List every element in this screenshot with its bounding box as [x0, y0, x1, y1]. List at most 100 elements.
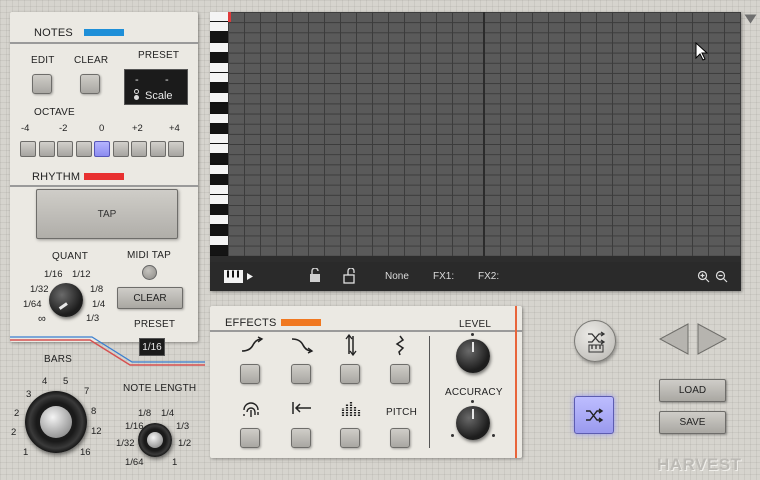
- tap-button[interactable]: TAP: [36, 189, 178, 239]
- previous-button[interactable]: [658, 322, 690, 356]
- octave-key[interactable]: [112, 141, 129, 157]
- piano-key-white[interactable]: [210, 73, 228, 83]
- accuracy-knob-dot: [471, 400, 474, 403]
- bars-label: BARS: [44, 354, 73, 365]
- piano-key-black[interactable]: [210, 174, 228, 184]
- quant-tick: 1/12: [72, 269, 91, 280]
- effects-divider: [210, 330, 522, 332]
- level-knob-dot: [471, 333, 474, 336]
- octave-tick: +4: [169, 123, 180, 134]
- shuffle-icon: [586, 408, 604, 423]
- note-length-tick: 1/64: [125, 457, 144, 468]
- piano-key-white[interactable]: [210, 215, 228, 225]
- bars-tick: 8: [91, 406, 97, 417]
- vibrato-button[interactable]: [390, 364, 410, 384]
- note-length-label: NOTE LENGTH: [123, 383, 197, 394]
- next-button[interactable]: [696, 322, 728, 356]
- piano-key-white[interactable]: [210, 62, 228, 72]
- vibrato-icon: [395, 335, 405, 356]
- level-knob[interactable]: [456, 339, 490, 373]
- load-button[interactable]: LOAD: [659, 379, 726, 402]
- effects-edge-accent: [515, 306, 517, 458]
- octave-tick: +2: [132, 123, 143, 134]
- octave-key[interactable]: [168, 141, 184, 157]
- piano-key-white[interactable]: [210, 164, 228, 174]
- octave-key[interactable]: [131, 141, 147, 157]
- piano-key-black[interactable]: [210, 225, 228, 235]
- octave-key[interactable]: [149, 141, 166, 157]
- octave-key[interactable]: [94, 141, 110, 157]
- step-grid-area: None FX1: FX2:: [210, 12, 741, 291]
- piano-key-black[interactable]: [210, 205, 228, 215]
- note-length-knob[interactable]: [138, 423, 172, 457]
- notes-preset-display[interactable]: - - Scale: [124, 69, 188, 105]
- octave-key[interactable]: [75, 141, 92, 157]
- edit-button[interactable]: [32, 74, 52, 94]
- fx-none-label: None: [385, 271, 409, 282]
- octave-tick: 0: [99, 123, 105, 134]
- piano-key-white[interactable]: [210, 42, 228, 52]
- midi-tap-led[interactable]: [142, 265, 157, 280]
- piano-key-black[interactable]: [210, 245, 228, 255]
- shuffle-button[interactable]: [574, 396, 614, 434]
- piano-key-black[interactable]: [210, 32, 228, 42]
- humanize-button[interactable]: [240, 428, 260, 448]
- notes-color-swatch: [84, 29, 124, 36]
- accuracy-knob[interactable]: [456, 406, 490, 440]
- notes-rhythm-panel: NOTES EDIT CLEAR PRESET - - Scale OCTAVE…: [10, 12, 198, 342]
- piano-key-white[interactable]: [210, 195, 228, 205]
- bars-tick: 1: [23, 447, 29, 458]
- pitch-button[interactable]: [390, 428, 410, 448]
- note-length-knob-cap: [147, 432, 163, 448]
- piano-key-black[interactable]: [210, 52, 228, 62]
- clear-notes-button[interactable]: [80, 74, 100, 94]
- glide-down-button[interactable]: [291, 364, 311, 384]
- piano-key-white[interactable]: [210, 134, 228, 144]
- piano-key-white[interactable]: [210, 12, 228, 22]
- piano-play-icon[interactable]: [224, 270, 256, 283]
- accuracy-knob-max-dot: [492, 434, 495, 437]
- piano-key-white[interactable]: [210, 144, 228, 154]
- quant-knob[interactable]: [49, 283, 83, 317]
- notes-title: NOTES: [34, 27, 73, 39]
- velocity-bars-icon: [341, 402, 361, 416]
- piano-key-black[interactable]: [210, 123, 228, 133]
- piano-key-white[interactable]: [210, 113, 228, 123]
- zoom-in-icon[interactable]: [697, 270, 710, 283]
- bars-knob[interactable]: [25, 391, 87, 453]
- lock-note-icon[interactable]: [308, 268, 324, 284]
- piano-keys[interactable]: [210, 12, 228, 256]
- effects-panel: EFFECTS PITCH LEVEL ACCURACY: [210, 306, 522, 458]
- quant-tick: 1/16: [44, 269, 63, 280]
- octave-tick: -4: [21, 123, 30, 134]
- accuracy-label: ACCURACY: [445, 387, 503, 398]
- piano-key-white[interactable]: [210, 235, 228, 245]
- octave-key[interactable]: [57, 141, 73, 157]
- note-grid[interactable]: [228, 12, 741, 256]
- octave-key[interactable]: [38, 141, 55, 157]
- shift-button[interactable]: [291, 428, 311, 448]
- piano-key-black[interactable]: [210, 103, 228, 113]
- transpose-button[interactable]: [340, 364, 360, 384]
- rhythm-preset-display[interactable]: 1/16: [139, 338, 165, 356]
- piano-key-black[interactable]: [210, 83, 228, 93]
- chevron-down-icon[interactable]: [744, 14, 757, 24]
- glide-up-button[interactable]: [240, 364, 260, 384]
- octave-key[interactable]: [20, 141, 36, 157]
- piano-key-black[interactable]: [210, 154, 228, 164]
- transpose-icon: [345, 334, 357, 356]
- octave-selector: [20, 141, 188, 159]
- effects-title: EFFECTS: [225, 317, 277, 329]
- randomize-keys-button[interactable]: [574, 320, 616, 362]
- octave-label: OCTAVE: [34, 107, 75, 118]
- clear-rhythm-button[interactable]: CLEAR: [117, 287, 183, 309]
- piano-key-white[interactable]: [210, 184, 228, 194]
- rhythm-title: RHYTHM: [32, 171, 81, 183]
- piano-key-white[interactable]: [210, 22, 228, 32]
- save-button[interactable]: SAVE: [659, 411, 726, 434]
- piano-key-white[interactable]: [210, 93, 228, 103]
- bars-tick: 7: [84, 386, 90, 397]
- velocity-button[interactable]: [340, 428, 360, 448]
- unlock-note-icon[interactable]: [342, 268, 358, 284]
- zoom-out-icon[interactable]: [715, 270, 728, 283]
